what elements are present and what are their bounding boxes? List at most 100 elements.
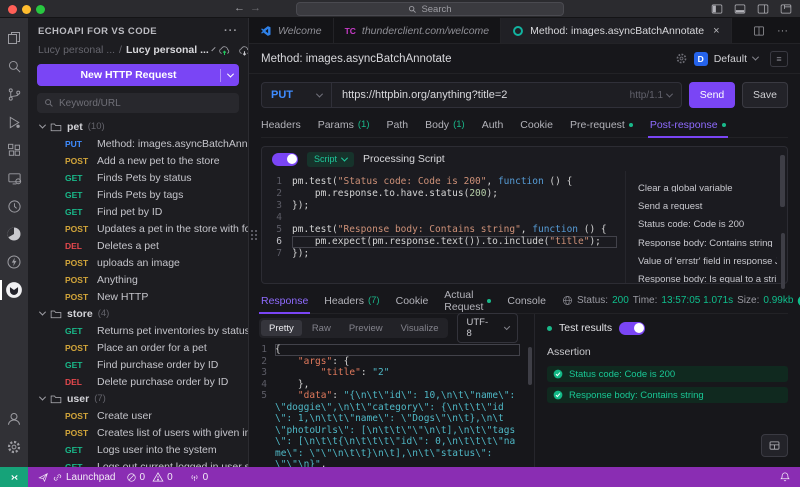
request-item[interactable]: POST Updates a pet in the store with form… [28, 220, 248, 237]
tab-response[interactable]: Response [258, 288, 311, 314]
sidebar-search-input[interactable]: Keyword/URL [37, 93, 239, 113]
chevron-down-icon[interactable] [211, 46, 216, 51]
snippet-item[interactable]: Clear a global variable [638, 183, 777, 192]
response-body-viewer[interactable]: 1{ 2 "args": { 3 "title": "2" 4 }, 5 "da… [249, 342, 534, 467]
test-results-toggle[interactable] [619, 321, 646, 335]
folder-row-user[interactable]: user (7) [28, 390, 248, 407]
toggle-panel-icon[interactable] [734, 3, 746, 15]
split-editor-icon[interactable] [753, 25, 765, 37]
http-version-select[interactable]: http/1.1 [630, 90, 681, 101]
folder-row-store[interactable]: store (4) [28, 305, 248, 322]
toggle-sidebar-icon[interactable] [711, 3, 723, 15]
scrollbar-thumb[interactable] [528, 347, 532, 385]
encoding-select[interactable]: UTF-8 [457, 313, 519, 343]
close-tab-icon[interactable]: × [713, 25, 719, 37]
view-mode-preview[interactable]: Preview [341, 320, 391, 336]
tab-response-cookie[interactable]: Cookie [396, 288, 429, 313]
sidebar-more-icon[interactable]: ··· [224, 25, 238, 37]
folder-row-pet[interactable]: pet (10) [28, 118, 248, 135]
tab-pre-request[interactable]: Pre-request [570, 112, 633, 137]
snippet-item[interactable]: Send a request [638, 201, 777, 210]
tab-console[interactable]: Console [507, 288, 546, 313]
thunder-client-icon[interactable] [0, 248, 28, 276]
tab-thunderclient[interactable]: TC thunderclient.com/welcome [334, 18, 502, 43]
notifications-bell-icon[interactable] [779, 471, 791, 483]
request-item[interactable]: GET Finds Pets by tags [28, 186, 248, 203]
request-item[interactable]: POST Create user [28, 407, 248, 424]
snippet-item[interactable]: Status code: Code is 200 [638, 219, 777, 228]
tab-actual-request[interactable]: Actual Request [444, 288, 492, 313]
ports-item[interactable]: 0 [189, 472, 208, 483]
tab-response-headers[interactable]: Headers (7) [324, 288, 379, 313]
request-item[interactable]: GET Finds Pets by status [28, 169, 248, 186]
snippet-item[interactable]: Response body: Contains string [638, 238, 777, 247]
method-select[interactable]: PUT [262, 83, 332, 107]
tab-headers[interactable]: Headers [261, 112, 301, 137]
tab-post-response[interactable]: Post-response [647, 112, 728, 138]
resize-handle[interactable] [251, 230, 258, 241]
toggle-secondary-sidebar-icon[interactable] [757, 3, 769, 15]
view-mode-visualize[interactable]: Visualize [393, 320, 447, 336]
request-item[interactable]: GET Logs user into the system [28, 441, 248, 458]
request-item[interactable]: POST uploads an image [28, 254, 248, 271]
request-item[interactable]: POST Creates list of users with given inp… [28, 424, 248, 441]
tab-params[interactable]: Params (1) [318, 112, 370, 137]
tab-auth[interactable]: Auth [482, 112, 504, 137]
remote-indicator[interactable] [0, 467, 28, 487]
request-item[interactable]: GETLogs out current logged in user sessi… [28, 458, 248, 468]
view-mode-pretty[interactable]: Pretty [261, 320, 302, 336]
command-center-search[interactable]: Search [296, 2, 564, 16]
launchpad-item[interactable]: Launchpad [38, 472, 116, 483]
script-code-editor[interactable]: 1 pm.test("Status code: Code is 200", fun… [262, 171, 625, 283]
request-item[interactable]: POST Place an order for a pet [28, 339, 248, 356]
new-request-dropdown[interactable] [221, 70, 239, 78]
workspace-current[interactable]: Lucy personal ... [126, 44, 209, 56]
back-arrow-icon[interactable]: ← [234, 2, 245, 14]
request-item[interactable]: POST Anything [28, 271, 248, 288]
snippet-item[interactable]: Value of 'errstr' field in response J... [638, 256, 777, 265]
echoapi-icon[interactable] [0, 276, 28, 304]
warnings-item[interactable]: 0 [152, 471, 173, 483]
script-type-select[interactable]: Script [307, 151, 355, 167]
editor-more-actions-icon[interactable]: ··· [777, 25, 788, 37]
run-debug-icon[interactable] [0, 108, 28, 136]
env-settings-gear-icon[interactable] [675, 52, 688, 65]
remote-explorer-icon[interactable] [0, 164, 28, 192]
explorer-icon[interactable] [0, 24, 28, 52]
zoom-window-button[interactable] [36, 5, 45, 14]
request-item[interactable]: DEL Delete purchase order by ID [28, 373, 248, 390]
accounts-icon[interactable] [0, 405, 28, 433]
environment-name[interactable]: Default [714, 53, 747, 65]
panel-layout-button[interactable] [761, 434, 788, 457]
workspace-parent[interactable]: Lucy personal ... [38, 44, 115, 56]
tab-body[interactable]: Body (1) [425, 112, 465, 137]
url-input[interactable]: https://httpbin.org/anything?title=2 [332, 89, 630, 101]
tab-cookie[interactable]: Cookie [520, 112, 553, 137]
forward-arrow-icon[interactable]: → [250, 2, 261, 14]
tab-method-request[interactable]: Method: images.asyncBatchAnnotate × [501, 18, 732, 43]
errors-item[interactable]: 0 [126, 472, 145, 483]
view-mode-raw[interactable]: Raw [304, 320, 339, 336]
tab-welcome[interactable]: Welcome [249, 18, 334, 43]
request-item[interactable]: GET Returns pet inventories by status [28, 322, 248, 339]
request-item[interactable]: DEL Deletes a pet [28, 237, 248, 254]
new-http-request-button[interactable]: New HTTP Request [37, 64, 239, 86]
request-item[interactable]: GET Find purchase order by ID [28, 356, 248, 373]
pie-extension-icon[interactable] [0, 220, 28, 248]
timeline-clock-icon[interactable] [0, 192, 28, 220]
chevron-down-icon[interactable] [751, 53, 760, 61]
request-item[interactable]: PUT Method: images.asyncBatchAnnotate [28, 135, 248, 152]
environment-list-icon[interactable]: ≡ [770, 50, 788, 67]
close-window-button[interactable] [8, 5, 17, 14]
search-sidebar-icon[interactable] [0, 52, 28, 80]
request-item[interactable]: POST New HTTP [28, 288, 248, 305]
scrollbar-thumb[interactable] [781, 233, 785, 289]
extensions-icon[interactable] [0, 136, 28, 164]
tab-path[interactable]: Path [387, 112, 409, 137]
cloud-upload-icon[interactable] [218, 44, 231, 57]
settings-gear-icon[interactable] [0, 433, 28, 461]
send-button[interactable]: Send [689, 82, 735, 108]
cloud-download-icon[interactable] [238, 44, 249, 57]
minimize-window-button[interactable] [22, 5, 31, 14]
save-button[interactable]: Save [742, 82, 788, 108]
